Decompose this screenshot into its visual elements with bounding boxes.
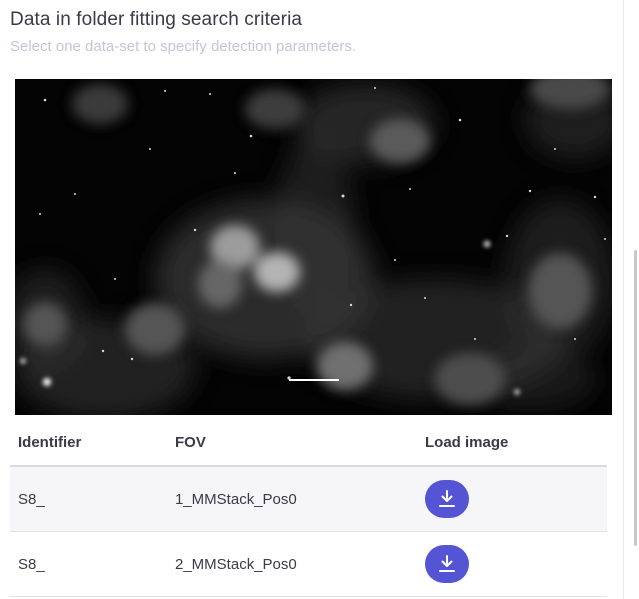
- column-header-load-image: Load image: [417, 420, 607, 467]
- download-icon: [439, 555, 455, 572]
- table-header-row: Identifier FOV Load image: [10, 420, 607, 467]
- cell-identifier: S8_: [10, 466, 167, 532]
- scrollbar-thumb[interactable]: [634, 250, 637, 546]
- download-icon: [439, 490, 455, 507]
- load-image-button[interactable]: [425, 545, 469, 583]
- image-preview: [15, 79, 612, 415]
- datasets-table: Identifier FOV Load image S8_ 1_MMStack_…: [10, 420, 607, 597]
- cell-fov: 1_MMStack_Pos0: [167, 466, 417, 532]
- cell-load: [417, 466, 607, 532]
- page-subtitle: Select one data-set to specify detection…: [10, 38, 357, 55]
- page-title: Data in folder fitting search criteria: [10, 9, 303, 30]
- cell-identifier: S8_: [10, 531, 167, 597]
- column-header-identifier: Identifier: [10, 420, 167, 467]
- table-row[interactable]: S8_ 1_MMStack_Pos0: [10, 466, 607, 532]
- load-image-button[interactable]: [425, 480, 469, 518]
- table-row[interactable]: S8_ 2_MMStack_Pos0: [10, 531, 607, 597]
- cell-load: [417, 531, 607, 597]
- column-header-fov: FOV: [167, 420, 417, 467]
- cell-fov: 2_MMStack_Pos0: [167, 531, 417, 597]
